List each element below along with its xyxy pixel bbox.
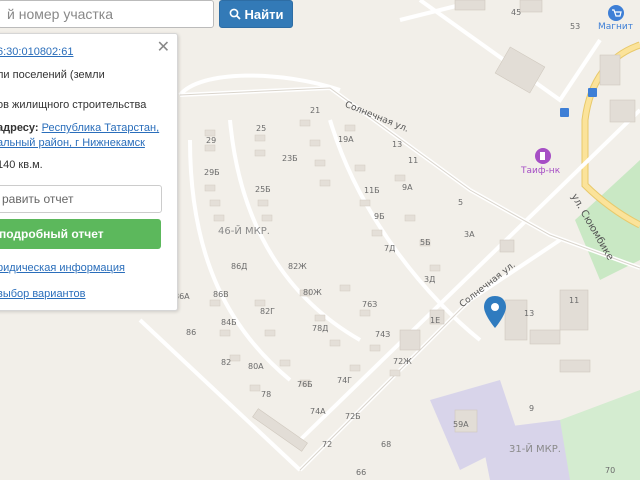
house-number: 78 <box>261 390 272 399</box>
house-number: 86Д <box>231 262 248 271</box>
house-number: 9Б <box>374 212 385 221</box>
house-number: 7Д <box>384 244 396 253</box>
bus-stop-icon <box>588 88 597 97</box>
house-number: 72Ж <box>393 357 412 366</box>
fuel-station-icon <box>535 148 551 164</box>
house-number: 72Б <box>345 412 361 421</box>
legal-info-link[interactable]: ридическая информация <box>0 262 125 274</box>
house-number: 59А <box>453 420 469 429</box>
house-number: 13 <box>392 140 403 149</box>
house-number: 9А <box>402 183 413 192</box>
house-number: 82 <box>221 358 232 367</box>
house-number: 25Б <box>255 185 271 194</box>
area-value: 140 кв.м. <box>0 159 43 171</box>
parcel-info-panel: ✕ 6:30:010802:61 ли поселений (земли ов … <box>0 33 178 311</box>
report-button-label: подробный отчет <box>0 227 104 241</box>
search-button-label: Найти <box>244 6 284 22</box>
house-number: 3Д <box>424 275 436 284</box>
detailed-report-button[interactable]: подробный отчет <box>0 219 161 249</box>
district-label: 46-Й МКР. <box>218 226 270 237</box>
house-number: 3А <box>464 230 475 239</box>
house-number: 74А <box>310 407 326 416</box>
land-usage: ов жилищного строительства <box>0 99 147 111</box>
house-number: 1Е <box>430 316 441 325</box>
house-number: 11 <box>569 296 580 305</box>
house-number: 21 <box>310 106 321 115</box>
house-number: 5Б <box>420 238 431 247</box>
house-number: 45 <box>511 8 522 17</box>
house-number: 74З <box>375 330 391 339</box>
close-icon[interactable]: ✕ <box>157 37 170 57</box>
house-number: 19А <box>338 135 354 144</box>
district-label: 31-Й МКР. <box>509 444 561 455</box>
house-number: 86 <box>186 328 197 337</box>
location-marker-icon[interactable] <box>484 296 506 328</box>
house-number: 29 <box>206 136 217 145</box>
house-number: 68 <box>381 440 392 449</box>
house-number: 11 <box>408 156 419 165</box>
address-link-line2[interactable]: альный район, г Нижнекамск <box>0 137 145 149</box>
poi-label[interactable]: Магнит <box>598 22 633 32</box>
house-number: 23Б <box>282 154 298 163</box>
house-number: 76Б <box>297 380 313 389</box>
cadastral-search-input[interactable]: й номер участка <box>0 0 214 28</box>
house-number: 13 <box>524 309 535 318</box>
variants-link[interactable]: выбор вариантов <box>0 288 86 300</box>
house-number: 72 <box>322 440 333 449</box>
report-email-input[interactable]: равить отчет <box>0 185 162 213</box>
house-number: 66 <box>356 468 367 477</box>
house-number: 80А <box>248 362 264 371</box>
bus-stop-icon <box>560 108 569 117</box>
search-button[interactable]: Найти <box>219 0 293 28</box>
search-placeholder: й номер участка <box>7 6 114 22</box>
shopping-cart-icon <box>608 5 624 21</box>
house-number: 9 <box>529 404 535 413</box>
house-number: 29Б <box>204 168 220 177</box>
land-category: ли поселений (земли <box>0 69 105 81</box>
house-number: 84Б <box>221 318 237 327</box>
house-number: 76З <box>362 300 378 309</box>
house-number: 11Б <box>364 186 380 195</box>
house-number: 86В <box>213 290 229 299</box>
house-number: 78Д <box>312 324 329 333</box>
cadastral-number-link[interactable]: 6:30:010802:61 <box>0 46 73 58</box>
house-number: 82Ж <box>288 262 307 271</box>
poi-label[interactable]: Таиф-нк <box>521 166 560 176</box>
address-label: адресу: <box>0 122 39 134</box>
report-input-placeholder: равить отчет <box>2 192 74 206</box>
search-icon <box>229 8 241 20</box>
house-number: 70 <box>605 466 616 475</box>
house-number: 74Г <box>337 376 353 385</box>
house-number: 82Г <box>260 307 276 316</box>
house-number: 5 <box>458 198 464 207</box>
house-number: 53 <box>570 22 581 31</box>
house-number: 25 <box>256 124 267 133</box>
house-number: 80Ж <box>303 288 322 297</box>
address-link[interactable]: Республика Татарстан, <box>42 122 160 134</box>
